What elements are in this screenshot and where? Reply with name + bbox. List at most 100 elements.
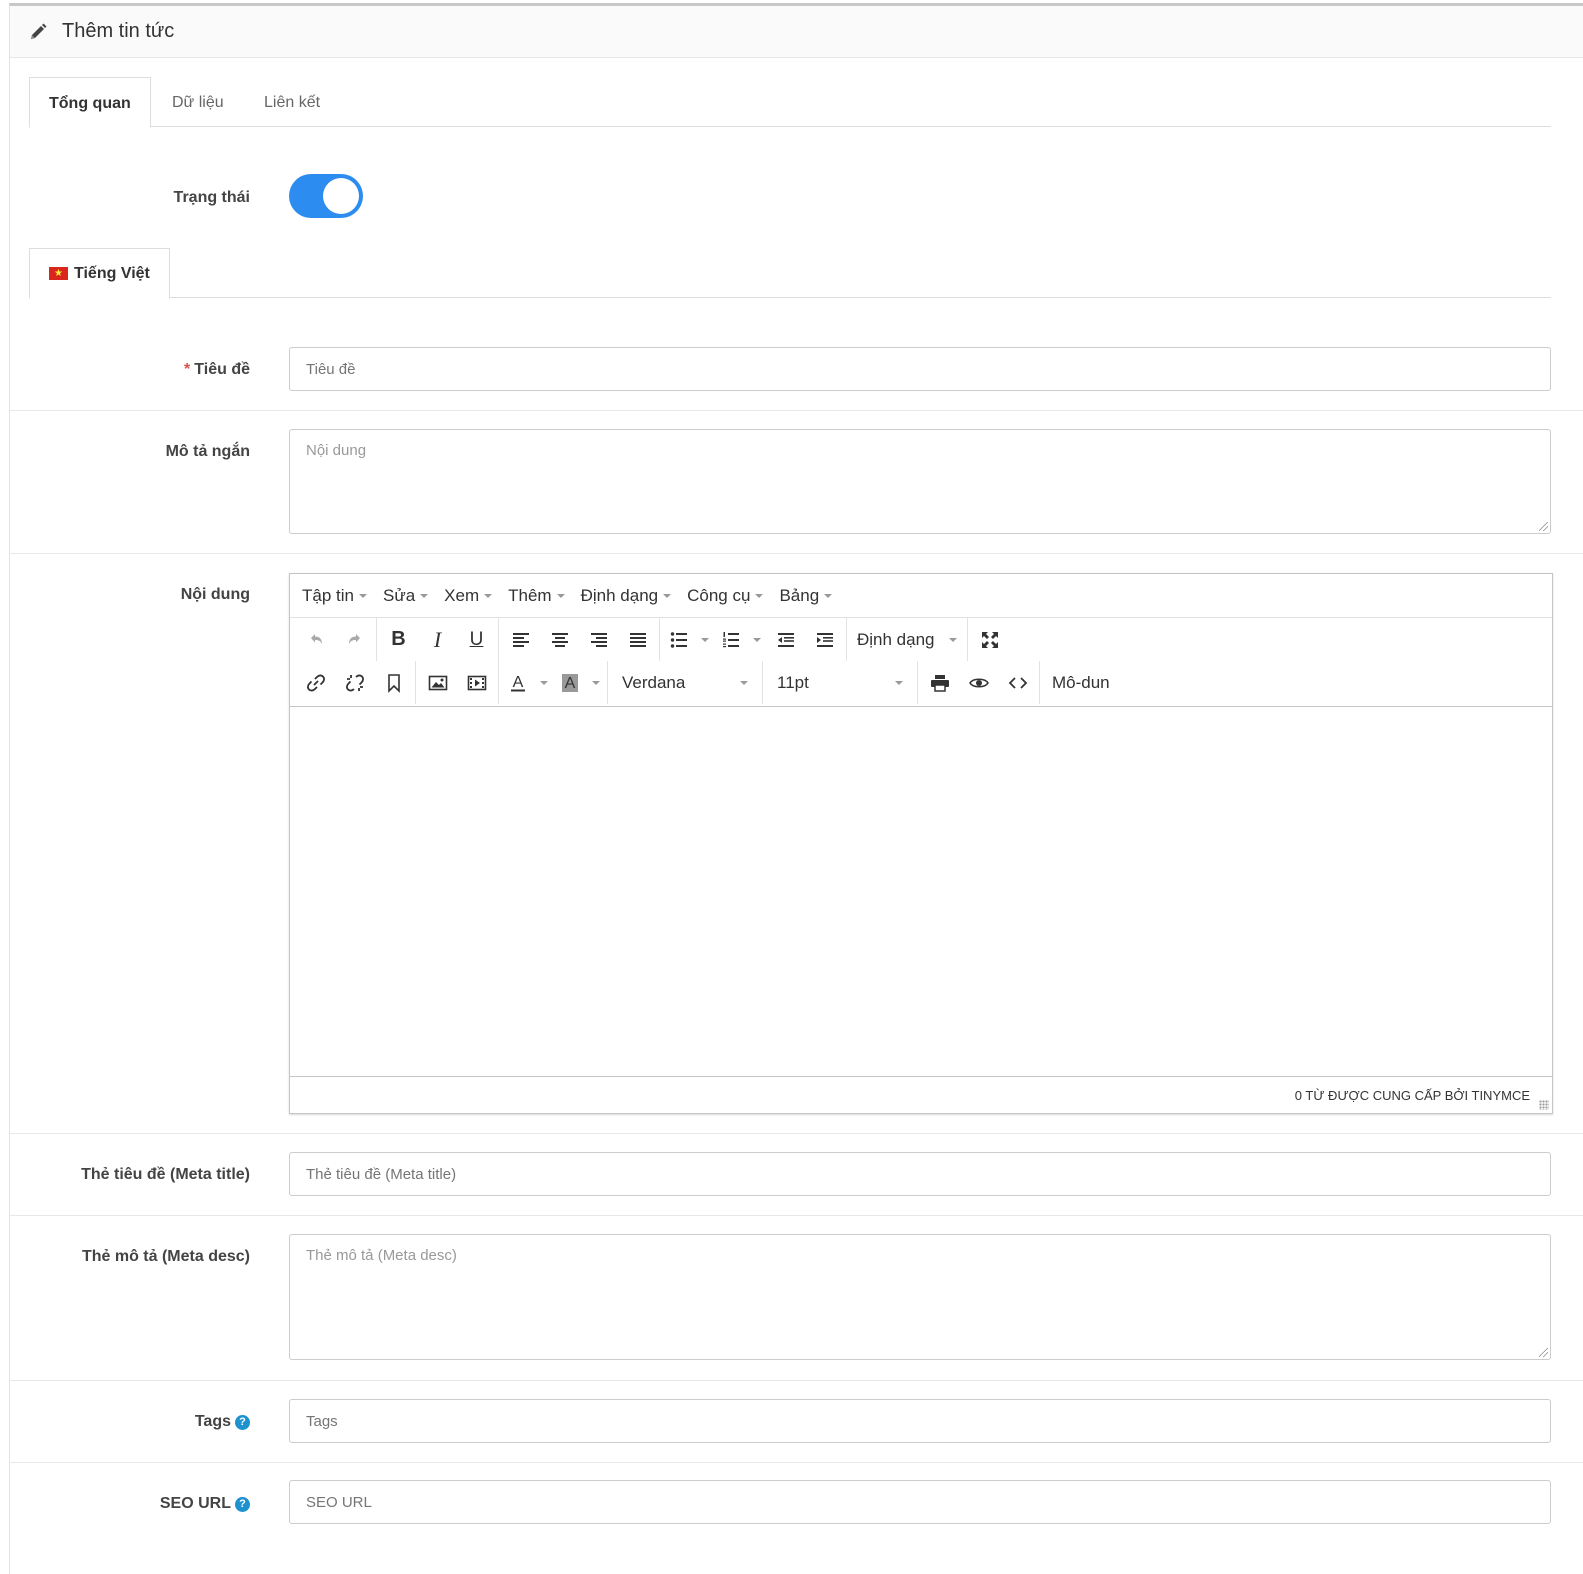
indent-button[interactable]: [805, 623, 844, 657]
numbered-list-dropdown[interactable]: [748, 623, 766, 657]
tags-input[interactable]: [289, 1399, 1551, 1443]
background-color-icon: A: [562, 673, 578, 692]
fullscreen-button[interactable]: [970, 623, 1009, 657]
print-icon: [930, 674, 949, 692]
underline-icon: U: [469, 628, 484, 650]
menu-view[interactable]: Xem: [436, 586, 500, 606]
redo-icon: [348, 633, 360, 644]
main-tabs: Tổng quan Dữ liệu Liên kết: [29, 77, 1551, 128]
seo-url-input[interactable]: [289, 1480, 1551, 1524]
caret-down-icon: [556, 593, 565, 598]
insert-link-button[interactable]: [296, 666, 335, 700]
anchor-button[interactable]: [374, 666, 413, 700]
menu-format[interactable]: Định dạng: [573, 586, 680, 606]
align-center-button[interactable]: [540, 623, 579, 657]
outdent-button[interactable]: [766, 623, 805, 657]
meta-title-input[interactable]: [289, 1152, 1551, 1196]
editor-resize-handle[interactable]: [1539, 1100, 1549, 1110]
caret-down-icon: [592, 680, 600, 685]
caret-down-icon: [949, 637, 957, 642]
italic-button[interactable]: I: [418, 623, 457, 657]
divider: [10, 1380, 1583, 1381]
text-color-icon: A: [511, 674, 525, 691]
font-size-select[interactable]: 11pt: [765, 666, 915, 700]
panel-heading: Thêm tin tức: [10, 6, 1583, 58]
bold-button[interactable]: B: [379, 623, 418, 657]
caret-down-icon: [753, 637, 761, 642]
divider: [10, 1462, 1583, 1463]
meta-desc-placeholder: Thẻ mô tả (Meta desc): [306, 1247, 457, 1264]
menu-edit[interactable]: Sửa: [375, 586, 436, 606]
redo-button[interactable]: [335, 623, 374, 657]
menu-insert[interactable]: Thêm: [500, 586, 572, 606]
question-icon[interactable]: ?: [235, 1497, 250, 1512]
tags-label: Tags?: [195, 1413, 250, 1431]
content-label: Nội dung: [180, 586, 250, 603]
language-tabs: ★ Tiếng Việt: [29, 248, 1551, 299]
resize-handle[interactable]: [1539, 522, 1548, 531]
bullet-list-button[interactable]: [662, 623, 696, 657]
menu-table[interactable]: Bảng: [771, 586, 840, 606]
tab-overview[interactable]: Tổng quan: [29, 77, 151, 128]
seo-url-label: SEO URL?: [160, 1495, 250, 1513]
numbered-list-button[interactable]: [714, 623, 748, 657]
align-left-button[interactable]: [501, 623, 540, 657]
caret-down-icon: [540, 680, 548, 685]
fullscreen-icon: [981, 631, 998, 648]
module-button[interactable]: Mô-dun: [1042, 666, 1120, 700]
text-color-dropdown[interactable]: [535, 666, 553, 700]
tab-data[interactable]: Dữ liệu: [172, 77, 224, 127]
print-button[interactable]: [920, 666, 959, 700]
editor-content-area[interactable]: [290, 706, 1552, 1076]
question-icon[interactable]: ?: [235, 1415, 250, 1430]
font-family-select[interactable]: Verdana: [610, 666, 760, 700]
link-icon: [306, 674, 325, 691]
required-mark: *: [184, 361, 191, 378]
underline-button[interactable]: U: [457, 623, 496, 657]
text-color-button[interactable]: A: [501, 666, 535, 700]
editor-toolbar-row-1: B I U Định dạng: [290, 618, 1552, 661]
remove-link-button[interactable]: [335, 666, 374, 700]
caret-down-icon: [420, 593, 429, 598]
short-desc-placeholder: Nội dung: [306, 442, 367, 459]
align-right-button[interactable]: [579, 623, 618, 657]
short-desc-textarea[interactable]: Nội dung: [289, 429, 1551, 534]
numbered-list-split: [714, 623, 766, 657]
editor-menubar: Tập tin Sửa Xem Thêm Định dạng Công cụ B…: [290, 574, 1552, 618]
align-right-icon: [590, 632, 607, 647]
background-color-split: A: [553, 666, 605, 700]
editor-statusbar: 0 TỪ ĐƯỢC CUNG CẤP BỞI TINYMCE: [290, 1076, 1552, 1113]
menu-file[interactable]: Tập tin: [294, 586, 375, 606]
format-select[interactable]: Định dạng: [849, 623, 965, 657]
word-count: 0 TỪ ĐƯỢC CUNG CẤP BỞI TINYMCE: [1294, 1087, 1530, 1103]
eye-icon: [968, 677, 989, 688]
bullet-list-split: [662, 623, 714, 657]
title-input[interactable]: [289, 347, 1551, 391]
svg-text:A: A: [565, 675, 576, 692]
resize-handle[interactable]: [1539, 1348, 1548, 1357]
background-color-button[interactable]: A: [553, 666, 587, 700]
menu-tools[interactable]: Công cụ: [679, 586, 771, 606]
align-justify-button[interactable]: [618, 623, 657, 657]
code-icon: [1008, 676, 1027, 689]
status-toggle[interactable]: [289, 174, 363, 218]
undo-button[interactable]: [296, 623, 335, 657]
insert-image-button[interactable]: [418, 666, 457, 700]
bullet-list-dropdown[interactable]: [696, 623, 714, 657]
tab-links[interactable]: Liên kết: [264, 77, 320, 127]
bookmark-icon: [387, 673, 400, 693]
preview-button[interactable]: [959, 666, 998, 700]
tab-language-vietnamese[interactable]: ★ Tiếng Việt: [29, 248, 170, 299]
source-code-button[interactable]: [998, 666, 1037, 700]
meta-desc-textarea[interactable]: Thẻ mô tả (Meta desc): [289, 1234, 1551, 1360]
rich-text-editor: Tập tin Sửa Xem Thêm Định dạng Công cụ B…: [289, 573, 1553, 1114]
meta-title-label: Thẻ tiêu đề (Meta title): [81, 1166, 250, 1183]
status-label: Trạng thái: [173, 189, 250, 206]
bold-icon: B: [391, 628, 406, 650]
divider: [10, 553, 1583, 554]
background-color-dropdown[interactable]: [587, 666, 605, 700]
text-color-split: A: [501, 666, 553, 700]
caret-down-icon: [895, 680, 903, 685]
insert-media-button[interactable]: [457, 666, 496, 700]
align-justify-icon: [629, 632, 646, 647]
